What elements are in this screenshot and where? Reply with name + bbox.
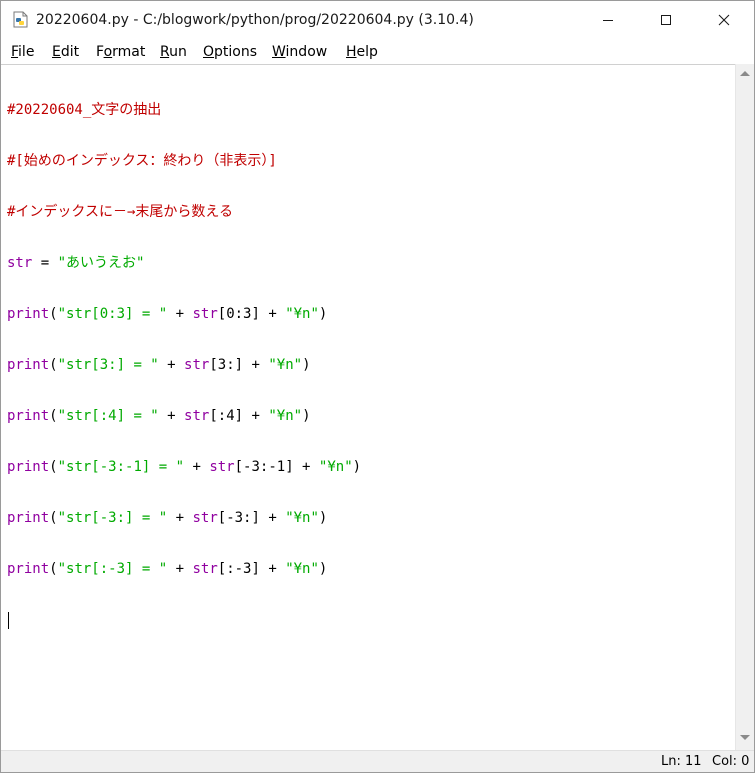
line-number-indicator: Ln: 11: [661, 754, 702, 769]
code-line: print("str[:4] = " + str[:4] + "¥n"): [7, 408, 311, 424]
close-icon: [718, 14, 730, 26]
code-editor[interactable]: #20220604_文字の抽出 #[始めのインデックス：終わり（非表示）] #イ…: [1, 64, 735, 750]
menu-format[interactable]: Format: [96, 43, 145, 61]
scroll-down-arrow-icon[interactable]: [740, 735, 750, 740]
menu-options[interactable]: Options: [203, 43, 257, 61]
code-line: str = "あいうえお": [7, 255, 145, 271]
code-area[interactable]: #20220604_文字の抽出 #[始めのインデックス：終わり（非表示）] #イ…: [7, 68, 361, 663]
menu-run[interactable]: Run: [160, 43, 187, 61]
menu-edit[interactable]: Edit: [52, 43, 79, 61]
window-title: 20220604.py - C:/blogwork/python/prog/20…: [36, 12, 474, 28]
vertical-scrollbar[interactable]: [735, 64, 754, 750]
maximize-button[interactable]: [637, 1, 695, 39]
status-bar: Ln: 11 Col: 0: [1, 750, 754, 772]
close-button[interactable]: [695, 1, 753, 39]
menu-help[interactable]: Help: [346, 43, 378, 61]
code-line: #20220604_文字の抽出: [7, 102, 162, 118]
code-line: print("str[0:3] = " + str[0:3] + "¥n"): [7, 306, 328, 322]
code-line: #インデックスに－→末尾から数える: [7, 204, 234, 220]
scroll-up-arrow-icon[interactable]: [740, 71, 750, 76]
code-line: #[始めのインデックス：終わり（非表示）]: [7, 153, 277, 169]
menu-bar: File Edit Format Run Options Window Help: [1, 39, 754, 64]
text-cursor: [8, 612, 9, 629]
menu-window[interactable]: Window: [272, 43, 327, 61]
menu-file[interactable]: File: [11, 43, 34, 61]
code-line: print("str[3:] = " + str[3:] + "¥n"): [7, 357, 311, 373]
python-file-icon: [12, 11, 29, 28]
title-bar[interactable]: 20220604.py - C:/blogwork/python/prog/20…: [1, 1, 754, 39]
code-line: print("str[-3:-1] = " + str[-3:-1] + "¥n…: [7, 459, 362, 475]
minimize-icon: [602, 14, 614, 26]
code-line: print("str[-3:] = " + str[-3:] + "¥n"): [7, 510, 328, 526]
maximize-icon: [660, 14, 672, 26]
code-line: print("str[:-3] = " + str[:-3] + "¥n"): [7, 561, 328, 577]
column-number-indicator: Col: 0: [712, 754, 750, 769]
minimize-button[interactable]: [579, 1, 637, 39]
idle-editor-window: 20220604.py - C:/blogwork/python/prog/20…: [0, 0, 755, 773]
